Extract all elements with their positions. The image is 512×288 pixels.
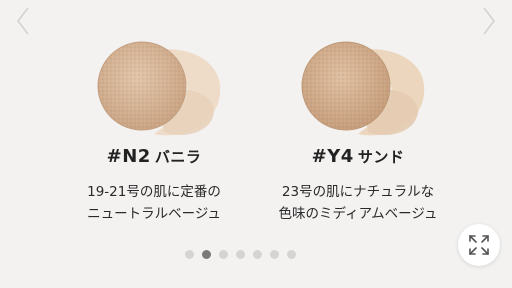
- product-carousel: #N2 バニラ 19-21号の肌に定番の ニュートラルベージュ #Y4 サンド …: [0, 0, 512, 288]
- pagination-dots: [185, 250, 296, 259]
- shade-name: サンド: [357, 148, 405, 166]
- shade-title: #N2 バニラ: [54, 146, 254, 167]
- page-dot-1[interactable]: [185, 250, 194, 259]
- prev-slide-button[interactable]: [12, 4, 34, 38]
- page-dot-6[interactable]: [270, 250, 279, 259]
- shade-description-line-2: 色味のミディアムベージュ: [278, 206, 438, 222]
- shade-title: #Y4 サンド: [258, 146, 458, 167]
- next-slide-button[interactable]: [478, 4, 500, 38]
- expand-image-button[interactable]: [458, 224, 500, 266]
- page-dot-4[interactable]: [236, 250, 245, 259]
- chevron-right-icon: [483, 7, 496, 35]
- cushion-swatch-image: [97, 41, 221, 136]
- shade-code: #Y4: [311, 146, 354, 167]
- page-dot-7[interactable]: [287, 250, 296, 259]
- chevron-left-icon: [16, 7, 29, 35]
- page-dot-3[interactable]: [219, 250, 228, 259]
- cushion-swatch-image: [301, 41, 425, 136]
- shade-code: #N2: [106, 146, 151, 167]
- page-dot-5[interactable]: [253, 250, 262, 259]
- shade-description-line-2: ニュートラルベージュ: [87, 206, 221, 222]
- shade-description-line-1: 23号の肌にナチュラルな: [281, 184, 435, 200]
- shade-description-line-1: 19-21号の肌に定番の: [87, 184, 221, 200]
- shade-name: バニラ: [154, 148, 202, 166]
- page-dot-2[interactable]: [202, 250, 211, 259]
- expand-icon: [469, 235, 489, 255]
